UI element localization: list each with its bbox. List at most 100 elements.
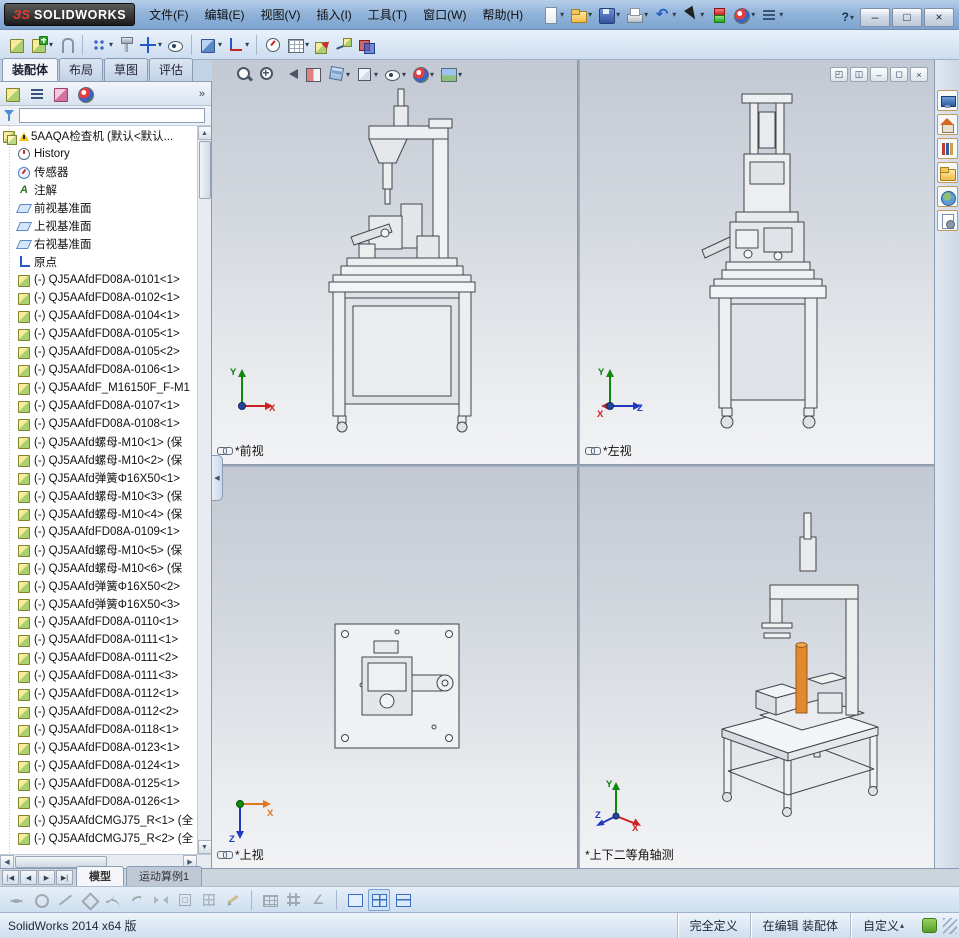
- options-button[interactable]: ▾: [758, 3, 785, 27]
- tree-item[interactable]: (-) QJ5AAfdFD08A-0110<1>: [0, 613, 197, 631]
- linear-component-pattern-button[interactable]: ▾: [88, 32, 115, 58]
- trim-entities-button[interactable]: [6, 889, 28, 911]
- section-view-button[interactable]: [303, 64, 323, 84]
- offset-entities-button[interactable]: [174, 889, 196, 911]
- table-button[interactable]: [259, 889, 281, 911]
- units-dropdown[interactable]: 自定义 ▴: [849, 913, 916, 938]
- rebuild-button[interactable]: [707, 3, 729, 27]
- tree-item[interactable]: (-) QJ5AAfdFD08A-0107<1>: [0, 397, 197, 415]
- menu-item[interactable]: 视图(V): [252, 0, 308, 30]
- close-button[interactable]: ×: [924, 7, 954, 27]
- reference-geometry-button[interactable]: ▾: [224, 32, 251, 58]
- undo-button[interactable]: ↶ ▾: [651, 3, 678, 27]
- snap-grid-button[interactable]: [283, 889, 305, 911]
- scrollbar-thumb[interactable]: [198, 141, 211, 199]
- viewport-top[interactable]: X Z *上视: [212, 467, 577, 868]
- bill-of-materials-button[interactable]: ▾: [284, 32, 311, 58]
- model-tab[interactable]: 模型: [76, 866, 124, 886]
- new-motion-study-button[interactable]: [262, 32, 284, 58]
- panel-overflow-button[interactable]: »: [199, 88, 209, 100]
- zoom-to-area-button[interactable]: [257, 64, 277, 84]
- resize-grip[interactable]: [943, 917, 957, 934]
- scroll-left-icon[interactable]: ◀: [0, 854, 14, 869]
- tree-item[interactable]: (-) QJ5AAfdF_M16150F_F-M1: [0, 379, 197, 397]
- tree-item[interactable]: (-) QJ5AAfdFD08A-0123<1>: [0, 739, 197, 757]
- appearances-scenes-button[interactable]: [936, 186, 958, 207]
- menu-item[interactable]: 窗口(W): [415, 0, 474, 30]
- tree-item[interactable]: (-) QJ5AAfdFD08A-0105<1>: [0, 325, 197, 343]
- menu-item[interactable]: 文件(F): [141, 0, 196, 30]
- tree-item[interactable]: (-) QJ5AAfdFD08A-0112<2>: [0, 703, 197, 721]
- three-point-arc-button[interactable]: [126, 889, 148, 911]
- open-button[interactable]: ▾: [567, 3, 594, 27]
- solidworks-resources-button[interactable]: [936, 90, 958, 111]
- tree-item[interactable]: (-) QJ5AAfdFD08A-0125<1>: [0, 775, 197, 793]
- tree-item[interactable]: (-) QJ5AAfd螺母-M10<2> (保: [0, 451, 197, 469]
- viewport-left[interactable]: ◰ ◫ – ◻ × Y Z X *左视: [580, 60, 934, 464]
- file-explorer-button[interactable]: [936, 138, 958, 159]
- command-tab[interactable]: 装配体: [2, 58, 59, 81]
- tree-item[interactable]: 前视基准面: [0, 199, 197, 217]
- tree-item[interactable]: (-) QJ5AAfdFD08A-0101<1>: [0, 271, 197, 289]
- tree-item[interactable]: (-) QJ5AAfd螺母-M10<1> (保: [0, 433, 197, 451]
- tree-item[interactable]: (-) QJ5AAfdFD08A-0111<3>: [0, 667, 197, 685]
- tree-item[interactable]: (-) QJ5AAfdFD08A-0111<2>: [0, 649, 197, 667]
- viewport-minimize-button[interactable]: –: [870, 67, 888, 82]
- tree-item[interactable]: History: [0, 145, 197, 163]
- move-component-button[interactable]: ▾: [137, 32, 164, 58]
- tree-item[interactable]: (-) QJ5AAfdFD08A-0104<1>: [0, 307, 197, 325]
- configuration-manager-button[interactable]: [50, 82, 72, 106]
- line-button[interactable]: [54, 889, 76, 911]
- mirror-entities-button[interactable]: [150, 889, 172, 911]
- menu-item[interactable]: 工具(T): [360, 0, 415, 30]
- angle-snap-button[interactable]: ∠: [307, 889, 329, 911]
- print-button[interactable]: ▾: [623, 3, 650, 27]
- tree-item[interactable]: 传感器: [0, 163, 197, 181]
- tree-item[interactable]: 上视基准面: [0, 217, 197, 235]
- tree-item[interactable]: (-) QJ5AAfd螺母-M10<4> (保: [0, 505, 197, 523]
- scroll-down-icon[interactable]: ▼: [197, 840, 211, 854]
- tree-item[interactable]: (-) QJ5AAfd弹簧Φ16X50<3>: [0, 595, 197, 613]
- design-library-button[interactable]: [936, 114, 958, 135]
- viewport-four-button[interactable]: [368, 888, 390, 911]
- viewport-close-button[interactable]: ×: [910, 67, 928, 82]
- minimize-button[interactable]: –: [860, 7, 890, 27]
- tree-item[interactable]: (-) QJ5AAfdCMGJ75_R<1> (全: [0, 811, 197, 829]
- menu-item[interactable]: 编辑(E): [196, 0, 252, 30]
- edit-component-button[interactable]: [6, 32, 28, 58]
- tree-item[interactable]: A 注解: [0, 181, 197, 199]
- next-nav-button[interactable]: ▶: [38, 870, 55, 885]
- tree-root-item[interactable]: 5AAQA检查机 (默认<默认...: [0, 127, 197, 145]
- insert-components-button[interactable]: ▾: [28, 32, 55, 58]
- scroll-up-icon[interactable]: ▲: [197, 126, 211, 140]
- edit-appearance-button[interactable]: ▾: [730, 3, 757, 27]
- edit-appearance-button[interactable]: ▾: [410, 64, 435, 84]
- previous-nav-button[interactable]: ◀: [20, 870, 37, 885]
- viewport-isometric[interactable]: Y X Z *上下二等角轴测: [580, 467, 934, 868]
- menu-item[interactable]: 帮助(H): [474, 0, 531, 30]
- scene-settings-button[interactable]: ▾: [438, 64, 463, 84]
- tree-item[interactable]: (-) QJ5AAfd弹簧Φ16X50<2>: [0, 577, 197, 595]
- tree-item[interactable]: (-) QJ5AAfd螺母-M10<5> (保: [0, 541, 197, 559]
- explode-line-sketch-button[interactable]: [333, 32, 355, 58]
- viewport-splitter-horizontal[interactable]: [212, 464, 934, 467]
- property-manager-button[interactable]: [26, 82, 48, 106]
- last-nav-button[interactable]: ▶|: [56, 870, 73, 885]
- interference-detection-button[interactable]: [355, 32, 377, 58]
- save-button[interactable]: ▾: [595, 3, 622, 27]
- custom-properties-button[interactable]: [936, 210, 958, 231]
- display-manager-button[interactable]: [74, 82, 96, 106]
- maximize-button[interactable]: □: [892, 7, 922, 27]
- tree-item[interactable]: (-) QJ5AAfdFD08A-0109<1>: [0, 523, 197, 541]
- viewport-maximize-button[interactable]: ◻: [890, 67, 908, 82]
- tree-vertical-scrollbar[interactable]: ▲ ▼: [197, 126, 211, 854]
- spline-button[interactable]: [102, 889, 124, 911]
- command-tab[interactable]: 评估: [149, 58, 194, 81]
- tree-item[interactable]: (-) QJ5AAfdCMGJ75_R<2> (全: [0, 829, 197, 847]
- tree-item[interactable]: (-) QJ5AAfd螺母-M10<3> (保: [0, 487, 197, 505]
- help-button[interactable]: ? ▾: [838, 5, 858, 29]
- smart-dimension-button[interactable]: [222, 889, 244, 911]
- tree-item[interactable]: (-) QJ5AAfdFD08A-0108<1>: [0, 415, 197, 433]
- mate-button[interactable]: [55, 32, 77, 58]
- tree-item[interactable]: 右视基准面: [0, 235, 197, 253]
